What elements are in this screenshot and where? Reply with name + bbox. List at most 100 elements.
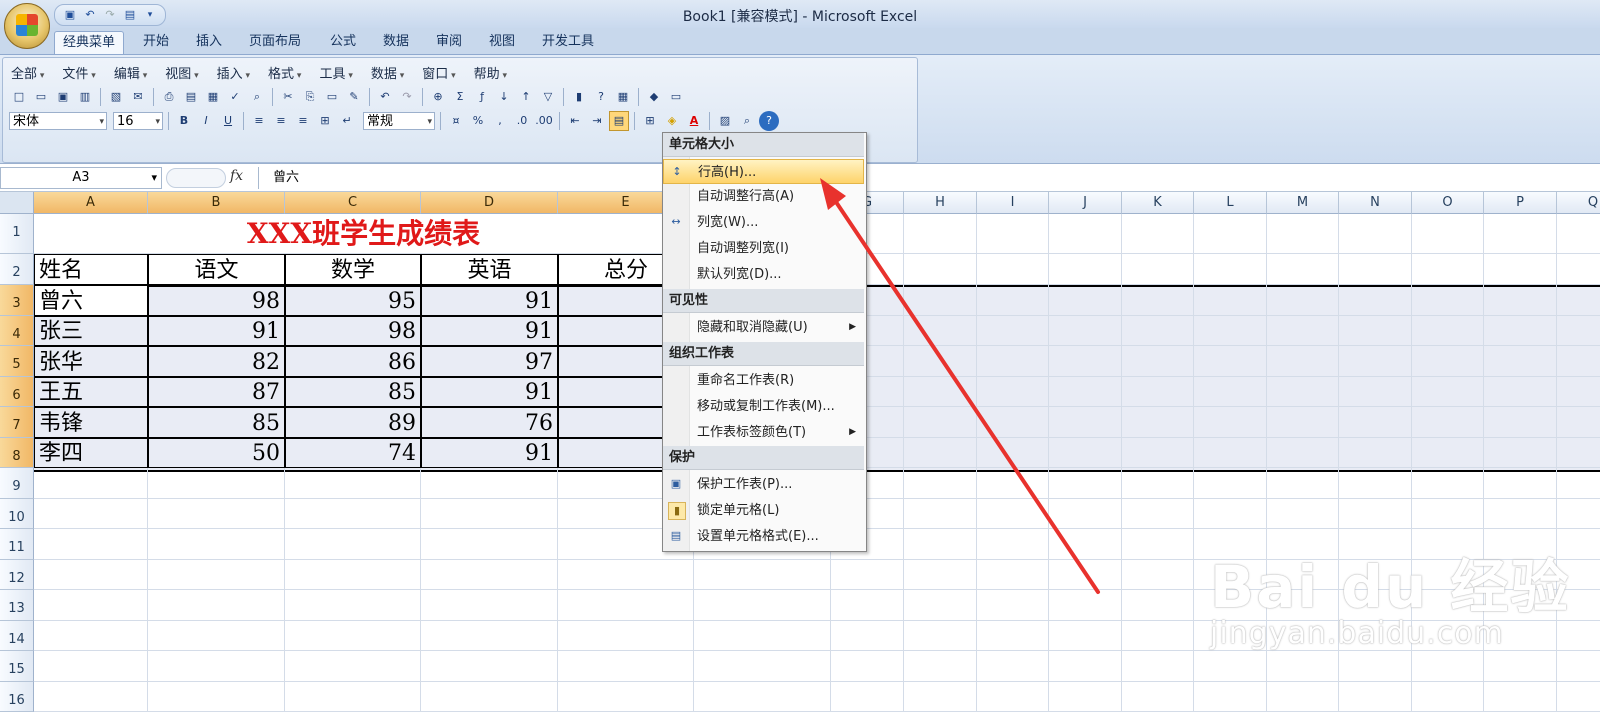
cell[interactable] — [285, 560, 421, 590]
cell[interactable] — [904, 214, 977, 254]
menu-row-height[interactable]: ↕ 行高(H)... — [663, 159, 864, 184]
row-header[interactable]: 16 — [0, 682, 34, 712]
cell[interactable] — [1194, 407, 1267, 438]
column-header[interactable]: B — [148, 192, 285, 214]
format-dropdown-icon[interactable]: ▤ — [609, 111, 629, 131]
save-icon[interactable]: ▣ — [53, 87, 73, 107]
row-header[interactable]: 11 — [0, 529, 34, 560]
cell[interactable] — [558, 682, 694, 712]
cell[interactable] — [1194, 346, 1267, 377]
score-cell[interactable]: 98 — [148, 285, 285, 316]
cell[interactable] — [1484, 254, 1557, 285]
cell[interactable] — [1194, 499, 1267, 529]
cell[interactable] — [285, 590, 421, 621]
cell[interactable] — [558, 560, 694, 590]
score-cell[interactable]: 82 — [148, 346, 285, 377]
menu-move-copy-sheet[interactable]: 移动或复制工作表(M)... — [663, 394, 864, 419]
cell[interactable] — [421, 499, 558, 529]
cell[interactable] — [1194, 316, 1267, 346]
cell[interactable] — [977, 590, 1049, 621]
cell[interactable] — [1049, 590, 1122, 621]
column-header[interactable]: N — [1339, 192, 1412, 214]
cell[interactable] — [1194, 682, 1267, 712]
cell[interactable] — [977, 346, 1049, 377]
cell[interactable] — [977, 468, 1049, 499]
cell[interactable] — [1049, 254, 1122, 285]
print-icon[interactable]: ⎙ — [159, 87, 179, 107]
cell[interactable] — [1484, 214, 1557, 254]
cell[interactable] — [1122, 214, 1194, 254]
cell[interactable] — [904, 377, 977, 407]
merge-center-icon[interactable]: ⊞ — [315, 111, 335, 131]
score-cell[interactable]: 91 — [421, 438, 558, 468]
cell[interactable] — [1194, 438, 1267, 468]
cell[interactable] — [1267, 254, 1339, 285]
cell[interactable] — [148, 682, 285, 712]
customize-qat-icon[interactable]: ▾ — [143, 8, 157, 22]
cell[interactable] — [1557, 682, 1600, 712]
cell[interactable] — [1194, 468, 1267, 499]
cell[interactable] — [1412, 407, 1484, 438]
score-cell[interactable]: 91 — [421, 316, 558, 346]
cell[interactable] — [1122, 346, 1194, 377]
formula-bar-buttons[interactable] — [166, 168, 226, 188]
cell[interactable] — [977, 254, 1049, 285]
menu-protect-sheet[interactable]: ▣ 保护工作表(P)... — [663, 472, 864, 497]
cell[interactable] — [148, 529, 285, 560]
grid-icon[interactable]: ▦ — [613, 87, 633, 107]
menu-edit[interactable]: 编辑 — [114, 63, 147, 83]
score-cell[interactable]: 97 — [421, 346, 558, 377]
pdf-icon[interactable]: ▧ — [106, 87, 126, 107]
row-header[interactable]: 15 — [0, 651, 34, 682]
column-header[interactable]: A — [34, 192, 148, 214]
cell[interactable] — [421, 560, 558, 590]
student-name-cell[interactable]: 曾六 — [34, 285, 148, 316]
cell[interactable] — [1122, 316, 1194, 346]
cell[interactable] — [558, 621, 694, 651]
menu-window[interactable]: 窗口 — [422, 63, 455, 83]
menu-hide-unhide[interactable]: 隐藏和取消隐藏(U) ▶ — [663, 315, 864, 340]
align-right-icon[interactable]: ≡ — [293, 111, 313, 131]
align-center-icon[interactable]: ≡ — [271, 111, 291, 131]
score-cell[interactable]: 87 — [148, 377, 285, 407]
score-cell[interactable]: 85 — [148, 407, 285, 438]
header-cell[interactable]: 英语 — [421, 254, 558, 285]
sort-descending-icon[interactable]: ↑ — [516, 87, 536, 107]
menu-column-width[interactable]: ↔ 列宽(W)... — [663, 210, 864, 235]
spelling-icon[interactable]: ✓ — [225, 87, 245, 107]
cell[interactable] — [558, 590, 694, 621]
cell[interactable] — [34, 560, 148, 590]
cell[interactable] — [285, 651, 421, 682]
cell[interactable] — [977, 651, 1049, 682]
cell[interactable] — [1049, 377, 1122, 407]
cell[interactable] — [1122, 590, 1194, 621]
open-icon[interactable]: ▭ — [31, 87, 51, 107]
row-header[interactable]: 2 — [0, 254, 34, 285]
cell[interactable] — [977, 316, 1049, 346]
zoom-icon[interactable]: ⌕ — [737, 111, 757, 131]
print-preview-icon[interactable]: ▤ — [181, 87, 201, 107]
cell[interactable] — [148, 468, 285, 499]
cell[interactable] — [1122, 468, 1194, 499]
cell[interactable] — [1049, 468, 1122, 499]
cell[interactable] — [904, 621, 977, 651]
cell[interactable] — [1412, 682, 1484, 712]
cell[interactable] — [34, 529, 148, 560]
menu-tools[interactable]: 工具 — [319, 63, 352, 83]
cell[interactable] — [1049, 316, 1122, 346]
menu-lock-cell[interactable]: ▮ 锁定单元格(L) — [663, 498, 864, 523]
cell[interactable] — [1339, 438, 1412, 468]
autosum-icon[interactable]: Σ — [450, 87, 470, 107]
filter-icon[interactable]: ▽ — [538, 87, 558, 107]
currency-icon[interactable]: ¤ — [446, 111, 466, 131]
cell[interactable] — [977, 621, 1049, 651]
student-name-cell[interactable]: 张三 — [34, 316, 148, 346]
cell[interactable] — [1122, 285, 1194, 316]
cell[interactable] — [1194, 254, 1267, 285]
student-name-cell[interactable]: 韦锋 — [34, 407, 148, 438]
menu-rename-sheet[interactable]: 重命名工作表(R) — [663, 368, 864, 393]
cell[interactable] — [1049, 285, 1122, 316]
bold-icon[interactable]: B — [174, 111, 194, 131]
menu-autofit-column-width[interactable]: 自动调整列宽(I) — [663, 236, 864, 261]
cell[interactable] — [1122, 407, 1194, 438]
